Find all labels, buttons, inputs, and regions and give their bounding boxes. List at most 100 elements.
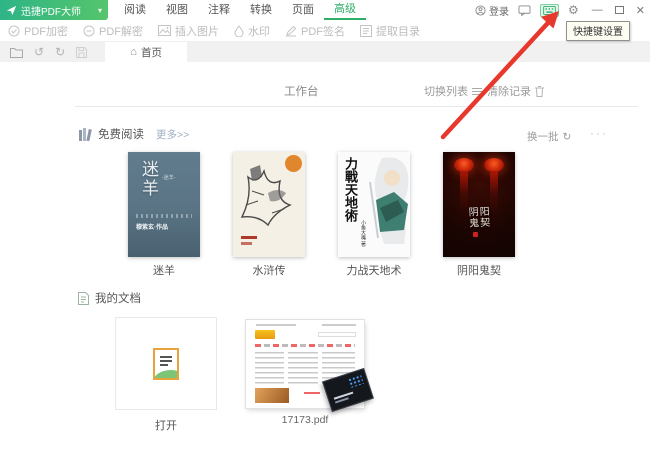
insert-image-label: 插入图片	[175, 23, 219, 39]
thumb-deco	[255, 344, 355, 347]
free-reading-more-link[interactable]: 更多>>	[156, 127, 189, 142]
free-reading-header: 免费阅读 更多>>	[78, 126, 189, 142]
list-icon	[472, 87, 482, 96]
open-file-card[interactable]	[115, 317, 217, 410]
cover-deco	[136, 214, 192, 218]
shortcut-settings-tooltip: 快捷键设置	[566, 21, 630, 41]
book-name[interactable]: 迷羊	[128, 262, 200, 278]
books-icon	[78, 128, 92, 141]
minimize-button[interactable]: —	[592, 4, 603, 16]
free-reading-title: 免费阅读	[98, 126, 144, 142]
book-name[interactable]: 水浒传	[233, 262, 305, 278]
undo-icon[interactable]: ↺	[34, 45, 44, 59]
save-icon[interactable]	[76, 47, 87, 58]
cover-deco	[241, 242, 252, 245]
redo-icon[interactable]: ↻	[55, 45, 65, 59]
book-name[interactable]: 力战天地术	[338, 262, 410, 278]
window-controls: — ✕	[592, 4, 645, 17]
section-divider	[75, 106, 638, 107]
menu-bar: 阅读 视图 注释 转换 页面 高级	[114, 0, 366, 20]
pdf-encrypt-label: PDF加密	[24, 23, 68, 39]
app-window: 迅捷PDF大师 ▾ 阅读 视图 注释 转换 页面 高级 登录	[0, 0, 650, 456]
login-button[interactable]: 登录	[475, 3, 509, 18]
home-content: 工作台 切换列表 清除记录 免费阅读 更多>> 换	[0, 62, 650, 456]
pdf-decrypt-label: PDF解密	[99, 23, 143, 39]
menu-read[interactable]: 阅读	[114, 0, 156, 20]
cover-title: 迷羊	[136, 160, 161, 198]
menu-view[interactable]: 视图	[156, 0, 198, 20]
cover-deco	[241, 236, 257, 239]
menu-annotate[interactable]: 注释	[198, 0, 240, 20]
login-label: 登录	[489, 3, 509, 18]
thumb-deco	[284, 352, 288, 386]
keyboard-icon	[543, 6, 556, 15]
clear-history-label: 清除记录	[487, 83, 531, 99]
feedback-chat-icon[interactable]	[518, 5, 531, 16]
user-icon	[475, 5, 486, 16]
thumb-site-logo	[255, 330, 275, 339]
switch-list-label: 切换列表	[424, 83, 468, 99]
app-logo[interactable]: 迅捷PDF大师 ▾	[0, 0, 108, 20]
encrypt-icon	[8, 25, 20, 37]
my-documents-header: 我的文档	[78, 290, 141, 306]
thumb-deco	[255, 388, 289, 403]
more-options-dots[interactable]: ···	[590, 126, 608, 140]
my-documents-title: 我的文档	[95, 290, 141, 306]
cover-title: 阴阳鬼契	[468, 206, 495, 229]
extract-toc-label: 提取目录	[376, 23, 420, 39]
thumb-deco	[256, 324, 296, 326]
workspace-title: 工作台	[284, 83, 319, 99]
tab-home-label: 首页	[141, 45, 162, 60]
menu-convert[interactable]: 转换	[240, 0, 282, 20]
home-icon: ⌂	[130, 46, 137, 58]
tab-home[interactable]: ⌂ 首页	[105, 42, 187, 62]
cover-subtitle: -迷羊-	[162, 174, 175, 181]
thumb-deco	[318, 332, 356, 337]
cover-author: 小鱼大嘴 著	[360, 220, 367, 246]
advanced-toolbar: PDF加密 PDF解密 插入图片 水印 PDF签名	[0, 20, 650, 42]
switch-list-button[interactable]: 切换列表	[424, 83, 482, 99]
title-bar: 迅捷PDF大师 ▾ 阅读 视图 注释 转换 页面 高级 登录	[0, 0, 650, 20]
paper-plane-icon	[6, 5, 17, 16]
tab-bar: ↺ ↻ ⌂ 首页	[0, 42, 650, 62]
open-document-icon	[153, 348, 179, 380]
watermark-label: 水印	[248, 23, 270, 39]
cover-sun-deco	[285, 155, 302, 172]
refresh-batch-button[interactable]: 换一批 ↻	[527, 129, 571, 144]
open-card-label[interactable]: 打开	[115, 417, 217, 433]
book-cover-shuihuzhuan[interactable]	[233, 152, 305, 257]
recent-file-name[interactable]: 17173.pdf	[246, 414, 364, 426]
pdf-encrypt-button[interactable]: PDF加密	[8, 23, 68, 39]
cover-seal-deco	[473, 232, 478, 237]
book-cover-miyang[interactable]: 迷羊 -迷羊- 穆紫玄·作品	[128, 152, 200, 257]
pdf-decrypt-button[interactable]: PDF解密	[83, 23, 143, 39]
book-cover-lizhantiandishu[interactable]: 力戰天地術 小鱼大嘴 著	[338, 152, 410, 257]
clear-history-button[interactable]: 清除记录	[487, 83, 544, 99]
book-name[interactable]: 阴阳鬼契	[443, 262, 515, 278]
trash-icon	[535, 86, 544, 97]
menu-advanced[interactable]: 高级	[324, 0, 366, 20]
lantern-deco	[454, 158, 474, 172]
decrypt-icon	[83, 25, 95, 37]
recent-file-thumbnail[interactable]	[246, 320, 364, 408]
open-folder-icon[interactable]	[10, 47, 23, 58]
book-cover-yinyangguiqi[interactable]: 阴阳鬼契	[443, 152, 515, 257]
chevron-down-icon[interactable]: ▾	[98, 6, 102, 15]
pdf-sign-button[interactable]: PDF签名	[285, 23, 345, 39]
shortcut-keys-button[interactable]	[540, 4, 559, 17]
refresh-icon: ↻	[563, 131, 572, 143]
close-button[interactable]: ✕	[636, 4, 645, 17]
toc-list-icon	[360, 25, 372, 37]
extract-toc-button[interactable]: 提取目录	[360, 23, 420, 39]
app-title: 迅捷PDF大师	[21, 3, 81, 18]
maximize-button[interactable]	[615, 6, 624, 14]
insert-image-button[interactable]: 插入图片	[158, 23, 219, 39]
quick-file-actions: ↺ ↻	[0, 42, 97, 62]
cover-title: 力戰天地術	[343, 157, 357, 222]
menu-page[interactable]: 页面	[282, 0, 324, 20]
refresh-batch-label: 换一批	[527, 129, 559, 144]
settings-gear-icon[interactable]: ⚙	[568, 4, 579, 16]
watermark-button[interactable]: 水印	[234, 23, 270, 39]
droplet-icon	[234, 25, 244, 37]
character-art	[364, 152, 410, 257]
